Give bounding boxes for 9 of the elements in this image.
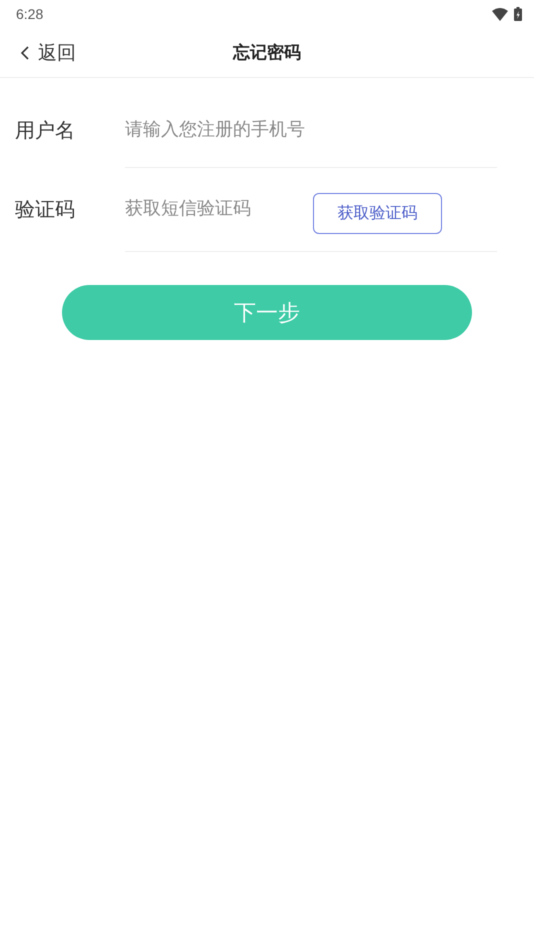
field-label: 用户名 [15, 116, 76, 144]
battery-icon [514, 7, 522, 21]
get-code-button[interactable]: 获取验证码 [313, 192, 442, 234]
field-label: 验证码 [15, 196, 76, 222]
page-title: 忘记密码 [233, 42, 301, 64]
phone-input-field[interactable]: 请输入您注册的手机号 [125, 119, 497, 140]
back-button[interactable]: 返回 [18, 38, 78, 68]
wifi-icon [492, 8, 508, 20]
status-time: 6:28 [16, 6, 44, 22]
